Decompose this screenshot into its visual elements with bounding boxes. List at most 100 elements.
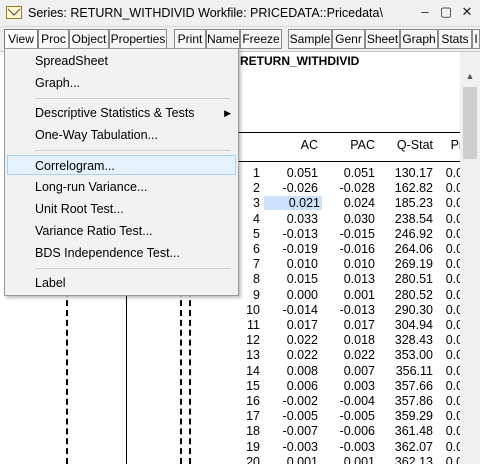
table-row: 150.0060.003357.660.000	[240, 378, 460, 394]
graph-button[interactable]: Graph	[400, 29, 438, 49]
table-row: 130.0220.022353.000.000	[240, 348, 460, 363]
series-window-icon	[6, 6, 22, 19]
menu-item-correlogram[interactable]: Correlogram...	[7, 155, 236, 175]
cell-ac: 0.022	[286, 333, 318, 348]
cell-prob: 0.000	[445, 257, 460, 272]
menu-separator	[35, 150, 230, 151]
cell-ac: 0.022	[286, 348, 318, 363]
print-button[interactable]: Print	[174, 29, 206, 49]
cell-pac: 0.003	[343, 378, 375, 393]
properties-button[interactable]: Properties	[109, 29, 167, 49]
cell-lag: 20	[246, 454, 260, 464]
cell-lag: 13	[246, 348, 260, 363]
cell-lag: 14	[246, 363, 260, 378]
cell-pac: 0.017	[343, 318, 375, 332]
menu-item-bds-independence-test[interactable]: BDS Independence Test...	[7, 243, 236, 263]
cell-ac: 0.010	[286, 257, 318, 272]
header-prob: Prob	[450, 138, 460, 152]
table-row: 140.0080.007356.110.000	[240, 363, 460, 379]
cell-ac: -0.019	[282, 242, 318, 256]
table-row: 90.0000.001280.520.000	[240, 287, 460, 303]
cell-prob: 0.000	[445, 318, 460, 332]
table-row: 10.0510.051130.170.000	[240, 166, 460, 181]
cell-prob: 0.000	[445, 226, 460, 241]
cell-pac: -0.015	[339, 226, 375, 241]
table-row: 2-0.026-0.028162.820.000	[240, 181, 460, 196]
cell-ac: -0.014	[282, 302, 318, 317]
cell-prob: 0.000	[445, 439, 460, 454]
object-button[interactable]: Object	[69, 29, 109, 49]
cell-lag: 17	[246, 409, 260, 424]
cell-pac: -0.006	[339, 424, 375, 439]
name-button[interactable]: Name	[206, 29, 240, 49]
table-row: 18-0.007-0.006361.480.000	[240, 424, 460, 439]
table-row: 5-0.013-0.015246.920.000	[240, 226, 460, 242]
cell-lag: 9	[253, 287, 260, 302]
cell-ac: 0.001	[286, 454, 318, 464]
overflow-button[interactable]: I	[472, 29, 480, 49]
header-ac: AC	[300, 138, 318, 152]
menu-item-graph[interactable]: Graph...	[7, 73, 236, 93]
table-row: 120.0220.018328.430.000	[240, 333, 460, 348]
table-row: 30.0210.024185.230.000	[240, 196, 460, 211]
cell-prob: 0.000	[445, 348, 460, 363]
menu-item-long-run-variance[interactable]: Long-run Variance...	[7, 177, 236, 197]
cell-ac: 0.033	[286, 211, 318, 226]
cell-prob: 0.000	[445, 394, 460, 408]
menu-item-spreadsheet[interactable]: SpreadSheet	[7, 51, 236, 71]
proc-button[interactable]: Proc	[38, 29, 69, 49]
menu-separator	[35, 98, 230, 99]
close-button[interactable]: ✕	[459, 4, 475, 20]
cell-pac: 0.051	[343, 166, 375, 180]
cell-lag: 12	[246, 333, 260, 348]
title-bar: Series: RETURN_WITHDIVID Workfile: PRICE…	[0, 0, 480, 27]
cell-ac: 0.006	[286, 378, 318, 393]
series-header: RETURN_WITHDIVID	[240, 54, 360, 68]
menu-item-label[interactable]: Label	[7, 273, 236, 293]
menu-item-one-way-tabulation[interactable]: One-Way Tabulation...	[7, 125, 236, 145]
cell-pac: -0.028	[339, 181, 375, 196]
cell-prob: 0.000	[445, 363, 460, 378]
cell-pac: 0.024	[343, 196, 375, 211]
vertical-scrollbar[interactable]: ▲	[460, 52, 480, 464]
cell-lag: 15	[246, 378, 260, 393]
stats-button[interactable]: Stats	[438, 29, 472, 49]
cell-prob: 0.000	[445, 378, 460, 393]
cell-pac: 0.001	[343, 287, 375, 302]
scroll-up-arrow-icon[interactable]: ▲	[460, 68, 480, 84]
cell-pac: -0.004	[339, 394, 375, 408]
restore-button[interactable]: ▢	[438, 4, 454, 20]
menu-item-descriptive-stats[interactable]: Descriptive Statistics & Tests ▶	[7, 103, 236, 123]
cell-prob: 0.000	[445, 242, 460, 256]
menu-separator	[35, 268, 230, 269]
menu-item-variance-ratio-test[interactable]: Variance Ratio Test...	[7, 221, 236, 241]
table-row: 40.0330.030238.540.000	[240, 211, 460, 227]
scroll-thumb[interactable]	[463, 87, 477, 159]
table-row: 200.0010.001362.130.000	[240, 454, 460, 464]
cell-lag: 19	[246, 439, 260, 454]
table-row: 80.0150.013280.510.000	[240, 272, 460, 287]
submenu-arrow-icon: ▶	[224, 108, 231, 118]
sample-button[interactable]: Sample	[288, 29, 332, 49]
sheet-button[interactable]: Sheet	[365, 29, 400, 49]
genr-button[interactable]: Genr	[332, 29, 365, 49]
cell-lag: 5	[253, 226, 260, 241]
cell-lag: 8	[253, 272, 260, 287]
cell-ac: 0.008	[286, 363, 318, 378]
menu-item-unit-root-test[interactable]: Unit Root Test...	[7, 199, 236, 219]
table-row: 16-0.002-0.004357.860.000	[240, 394, 460, 409]
cell-lag: 3	[253, 196, 260, 211]
table-row: 19-0.003-0.003362.070.000	[240, 439, 460, 455]
view-button[interactable]: View	[4, 29, 38, 49]
cell-prob: 0.000	[445, 272, 460, 287]
cell-ac: -0.002	[282, 394, 318, 408]
table-row: 110.0170.017304.940.000	[240, 318, 460, 333]
cell-lag: 6	[253, 242, 260, 256]
cell-lag: 2	[253, 181, 260, 196]
cell-ac: -0.013	[282, 226, 318, 241]
freeze-button[interactable]: Freeze	[240, 29, 282, 49]
cell-lag: 16	[246, 394, 260, 408]
cell-prob: 0.000	[445, 211, 460, 226]
minimize-button[interactable]: –	[417, 4, 433, 20]
cell-ac: 0.015	[286, 272, 318, 287]
